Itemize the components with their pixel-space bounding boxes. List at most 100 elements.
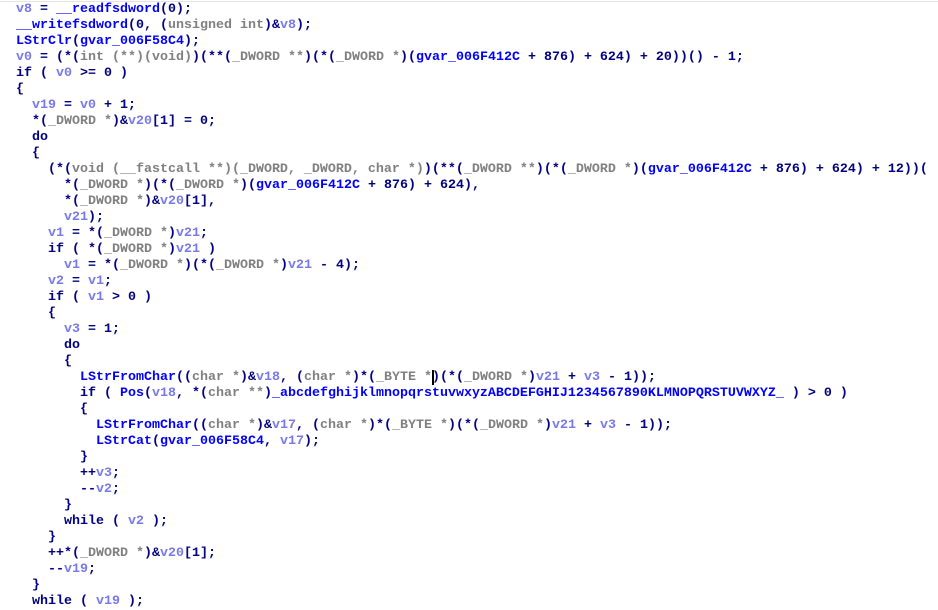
variable-token[interactable]: v8 <box>16 2 32 17</box>
code-line[interactable]: *(_DWORD *)(*(_DWORD *)(gvar_006F412C + … <box>0 178 938 194</box>
code-line[interactable]: v21); <box>0 210 938 226</box>
code-line[interactable]: } <box>0 498 938 514</box>
variable-token[interactable]: v17 <box>272 418 296 433</box>
variable-token[interactable]: v18 <box>256 370 280 385</box>
variable-token[interactable]: v19 <box>64 562 88 577</box>
code-text: - 1)); <box>615 418 672 433</box>
code-line[interactable]: v0 = (*(int (**)(void))(**(_DWORD **)(*(… <box>0 50 938 66</box>
code-line[interactable]: { <box>0 82 938 98</box>
code-text: ); <box>88 210 104 225</box>
code-text: = <box>32 2 56 17</box>
code-text: (*( <box>0 162 72 177</box>
code-line[interactable]: v19 = v0 + 1; <box>0 98 938 114</box>
variable-token[interactable]: v3 <box>600 418 616 433</box>
code-line[interactable]: (*(void (__fastcall **)(_DWORD, _DWORD, … <box>0 162 938 178</box>
code-line[interactable]: __writefsdword(0, (unsigned int)&v8); <box>0 18 938 34</box>
variable-token[interactable]: v21 <box>64 210 88 225</box>
code-text: *( <box>0 194 80 209</box>
code-text: ) <box>167 242 176 257</box>
code-line[interactable]: LStrClr(gvar_006F58C4); <box>0 34 938 50</box>
variable-token[interactable]: v21 <box>176 242 200 257</box>
code-text: > 0 ) <box>103 290 152 305</box>
variable-token[interactable]: v8 <box>280 18 296 33</box>
function-token[interactable]: LStrFromChar <box>80 370 176 385</box>
variable-token[interactable]: v1 <box>88 274 104 289</box>
type-token: char * <box>303 370 352 385</box>
code-line[interactable]: v2 = v1; <box>0 274 938 290</box>
variable-token[interactable]: v19 <box>32 98 56 113</box>
code-line[interactable]: { <box>0 354 938 370</box>
function-token[interactable]: gvar_006F58C4 <box>160 434 264 449</box>
code-line[interactable]: } <box>0 578 938 594</box>
code-line[interactable]: { <box>0 402 938 418</box>
code-line[interactable]: while ( v19 ); <box>0 594 938 610</box>
function-token[interactable]: LStrClr <box>16 34 72 49</box>
function-token[interactable]: LStrCat <box>96 434 152 449</box>
function-token[interactable]: LStrFromChar <box>96 418 192 433</box>
code-line[interactable]: do <box>0 338 938 354</box>
code-line[interactable]: v8 = __readfsdword(0); <box>0 2 938 18</box>
code-line[interactable]: LStrCat(gvar_006F58C4, v17); <box>0 434 938 450</box>
variable-token[interactable]: v3 <box>64 322 80 337</box>
code-line[interactable]: *(_DWORD *)&v20[1] = 0; <box>0 114 938 130</box>
code-text: { <box>0 402 88 417</box>
function-token[interactable]: gvar_006F412C <box>648 162 752 177</box>
variable-token[interactable]: v17 <box>280 434 304 449</box>
variable-token[interactable]: v20 <box>128 114 152 129</box>
code-text: if ( <box>0 290 88 305</box>
variable-token[interactable]: v21 <box>552 418 576 433</box>
code-line[interactable]: } <box>0 450 938 466</box>
code-line[interactable]: { <box>0 306 938 322</box>
variable-token[interactable]: v2 <box>96 482 112 497</box>
variable-token[interactable]: v20 <box>160 546 184 561</box>
variable-token[interactable]: v0 <box>16 50 32 65</box>
type-token: _DWORD * <box>463 370 528 385</box>
variable-token[interactable]: v21 <box>288 258 312 273</box>
function-token[interactable]: _abcdefghijklmnopqrstuvwxyzABCDEFGHIJ123… <box>272 386 784 401</box>
code-text: *( <box>0 114 48 129</box>
variable-token[interactable]: v3 <box>96 466 112 481</box>
code-text: )(*( <box>535 162 568 177</box>
code-line[interactable]: LStrFromChar((char *)&v18, (char *)*(_BY… <box>0 370 938 386</box>
function-token[interactable]: gvar_006F58C4 <box>80 34 184 49</box>
function-token[interactable]: gvar_006F412C <box>256 178 360 193</box>
variable-token[interactable]: v2 <box>48 274 64 289</box>
code-line[interactable]: --v2; <box>0 482 938 498</box>
code-text: ) <box>543 418 552 433</box>
function-token[interactable]: Pos <box>120 386 144 401</box>
code-line[interactable]: --v19; <box>0 562 938 578</box>
function-token[interactable]: __writefsdword <box>16 18 128 33</box>
variable-token[interactable]: v1 <box>64 258 80 273</box>
variable-token[interactable]: v20 <box>160 194 184 209</box>
code-line[interactable]: if ( v0 >= 0 ) <box>0 66 938 82</box>
variable-token[interactable]: v21 <box>536 370 560 385</box>
code-line[interactable]: while ( v2 ); <box>0 514 938 530</box>
code-line[interactable]: { <box>0 146 938 162</box>
code-line[interactable]: if ( *(_DWORD *)v21 ) <box>0 242 938 258</box>
type-token: _DWORD * <box>120 258 184 273</box>
code-line[interactable]: v1 = *(_DWORD *)(*(_DWORD *)v21 - 4); <box>0 258 938 274</box>
code-line[interactable]: ++v3; <box>0 466 938 482</box>
variable-token[interactable]: v1 <box>88 290 104 305</box>
variable-token[interactable]: v1 <box>48 226 64 241</box>
variable-token[interactable]: v0 <box>80 98 96 113</box>
code-line[interactable]: if ( Pos(v18, *(char **)_abcdefghijklmno… <box>0 386 938 402</box>
code-line[interactable]: v3 = 1; <box>0 322 938 338</box>
variable-token[interactable]: v3 <box>584 370 600 385</box>
code-line[interactable]: v1 = *(_DWORD *)v21; <box>0 226 938 242</box>
variable-token[interactable]: v2 <box>128 514 144 529</box>
variable-token[interactable]: v18 <box>152 386 176 401</box>
code-line[interactable]: do <box>0 130 938 146</box>
code-line[interactable]: } <box>0 530 938 546</box>
code-line[interactable]: ++*(_DWORD *)&v20[1]; <box>0 546 938 562</box>
code-line[interactable]: *(_DWORD *)&v20[1], <box>0 194 938 210</box>
code-line[interactable]: if ( v1 > 0 ) <box>0 290 938 306</box>
function-token[interactable]: gvar_006F412C <box>416 50 520 65</box>
pseudocode-view[interactable]: v8 = __readfsdword(0); __writefsdword(0,… <box>0 1 938 610</box>
code-text: = (*( <box>32 50 80 65</box>
variable-token[interactable]: v21 <box>176 226 200 241</box>
function-token[interactable]: __readfsdword <box>56 2 160 17</box>
code-line[interactable]: LStrFromChar((char *)&v17, (char *)*(_BY… <box>0 418 938 434</box>
variable-token[interactable]: v0 <box>56 66 72 81</box>
